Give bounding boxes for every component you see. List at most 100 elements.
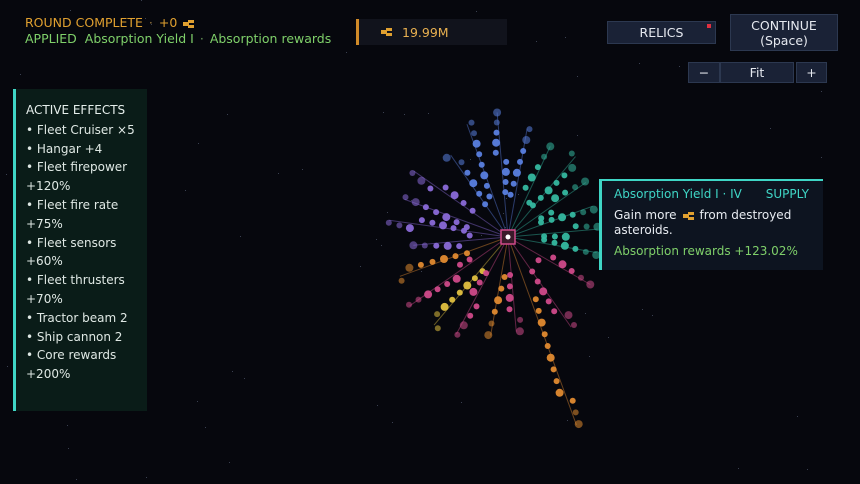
upgrade-node[interactable] — [440, 302, 449, 311]
upgrade-node[interactable] — [522, 136, 531, 144]
upgrade-node[interactable] — [553, 179, 560, 186]
upgrade-node[interactable] — [569, 397, 576, 404]
upgrade-node[interactable] — [538, 219, 544, 226]
upgrade-node[interactable] — [409, 170, 416, 176]
continue-button[interactable]: CONTINUE (Space) — [730, 14, 838, 51]
upgrade-node[interactable] — [551, 233, 558, 240]
upgrade-node[interactable] — [488, 320, 495, 327]
upgrade-node[interactable] — [502, 189, 509, 196]
upgrade-node[interactable] — [544, 186, 553, 195]
upgrade-node[interactable] — [527, 173, 536, 182]
upgrade-node[interactable] — [558, 213, 567, 222]
upgrade-node[interactable] — [512, 168, 521, 177]
upgrade-node[interactable] — [434, 311, 441, 318]
upgrade-node[interactable] — [580, 209, 587, 216]
upgrade-node[interactable] — [439, 221, 447, 230]
upgrade-node[interactable] — [532, 296, 539, 303]
upgrade-node[interactable] — [429, 258, 436, 265]
upgrade-node[interactable] — [405, 263, 414, 272]
upgrade-node[interactable] — [409, 241, 418, 250]
upgrade-node[interactable] — [529, 268, 536, 275]
upgrade-node[interactable] — [526, 126, 533, 133]
upgrade-node[interactable] — [476, 279, 483, 286]
upgrade-node[interactable] — [571, 322, 577, 328]
upgrade-node[interactable] — [464, 250, 470, 257]
upgrade-node[interactable] — [541, 331, 548, 338]
upgrade-node[interactable] — [421, 242, 428, 249]
upgrade-node[interactable] — [529, 202, 536, 209]
upgrade-node[interactable] — [476, 151, 483, 158]
upgrade-node[interactable] — [534, 164, 541, 171]
upgrade-node[interactable] — [471, 275, 478, 282]
upgrade-node[interactable] — [586, 280, 595, 289]
upgrade-node[interactable] — [460, 200, 467, 206]
upgrade-node[interactable] — [501, 274, 508, 280]
upgrade-node[interactable] — [546, 142, 555, 151]
upgrade-node[interactable] — [491, 308, 498, 315]
upgrade-node[interactable] — [548, 216, 555, 223]
upgrade-node[interactable] — [561, 232, 570, 241]
upgrade-node[interactable] — [515, 327, 524, 336]
upgrade-node[interactable] — [418, 217, 425, 224]
upgrade-node[interactable] — [558, 260, 567, 269]
upgrade-node[interactable] — [551, 308, 558, 315]
upgrade-node[interactable] — [476, 190, 483, 197]
upgrade-node[interactable] — [545, 298, 552, 305]
upgrade-node[interactable] — [503, 158, 510, 165]
upgrade-node[interactable] — [452, 274, 461, 283]
upgrade-node[interactable] — [468, 119, 475, 126]
upgrade-node[interactable] — [402, 194, 409, 201]
upgrade-node[interactable] — [582, 248, 589, 255]
zoom-out-button[interactable]: − — [688, 62, 720, 83]
upgrade-node[interactable] — [572, 409, 579, 416]
zoom-in-button[interactable]: + — [796, 62, 827, 83]
upgrade-node[interactable] — [417, 261, 424, 268]
upgrade-node[interactable] — [449, 296, 456, 303]
upgrade-node[interactable] — [483, 270, 490, 277]
upgrade-node[interactable] — [517, 158, 523, 165]
upgrade-node[interactable] — [478, 161, 485, 168]
upgrade-node[interactable] — [550, 254, 557, 261]
upgrade-node[interactable] — [535, 257, 542, 264]
upgrade-node[interactable] — [555, 388, 564, 397]
upgrade-node[interactable] — [473, 303, 480, 310]
upgrade-node[interactable] — [453, 219, 460, 226]
upgrade-node[interactable] — [553, 378, 560, 385]
upgrade-node[interactable] — [463, 281, 472, 290]
upgrade-node[interactable] — [572, 245, 579, 252]
upgrade-node[interactable] — [406, 301, 412, 308]
relics-button[interactable]: RELICS — [607, 21, 716, 44]
upgrade-node[interactable] — [480, 171, 489, 180]
upgrade-node[interactable] — [568, 150, 575, 157]
upgrade-node[interactable] — [415, 296, 422, 303]
upgrade-node[interactable] — [505, 293, 514, 302]
upgrade-node[interactable] — [510, 180, 517, 187]
upgrade-node[interactable] — [544, 343, 551, 349]
upgrade-node[interactable] — [589, 205, 598, 214]
upgrade-node[interactable] — [534, 278, 541, 285]
upgrade-node[interactable] — [539, 287, 548, 296]
upgrade-node[interactable] — [442, 153, 451, 162]
upgrade-node[interactable] — [405, 224, 414, 233]
upgrade-node[interactable] — [569, 211, 576, 218]
upgrade-node[interactable] — [472, 139, 481, 148]
upgrade-node[interactable] — [506, 306, 513, 313]
upgrade-node[interactable] — [456, 289, 463, 296]
upgrade-node[interactable] — [564, 311, 573, 320]
upgrade-node[interactable] — [398, 277, 405, 284]
upgrade-node[interactable] — [444, 281, 451, 287]
upgrade-node[interactable] — [427, 185, 434, 192]
upgrade-node[interactable] — [550, 366, 557, 373]
upgrade-node[interactable] — [484, 331, 493, 340]
upgrade-node[interactable] — [433, 209, 440, 216]
upgrade-node[interactable] — [411, 198, 420, 207]
upgrade-node[interactable] — [483, 182, 490, 189]
upgrade-node[interactable] — [452, 253, 459, 260]
upgrade-node[interactable] — [546, 353, 555, 362]
upgrade-node[interactable] — [440, 255, 448, 263]
upgrade-node[interactable] — [469, 179, 478, 188]
upgrade-node[interactable] — [574, 420, 583, 429]
upgrade-node[interactable] — [442, 184, 449, 191]
upgrade-node[interactable] — [548, 209, 555, 216]
upgrade-node[interactable] — [583, 223, 590, 230]
